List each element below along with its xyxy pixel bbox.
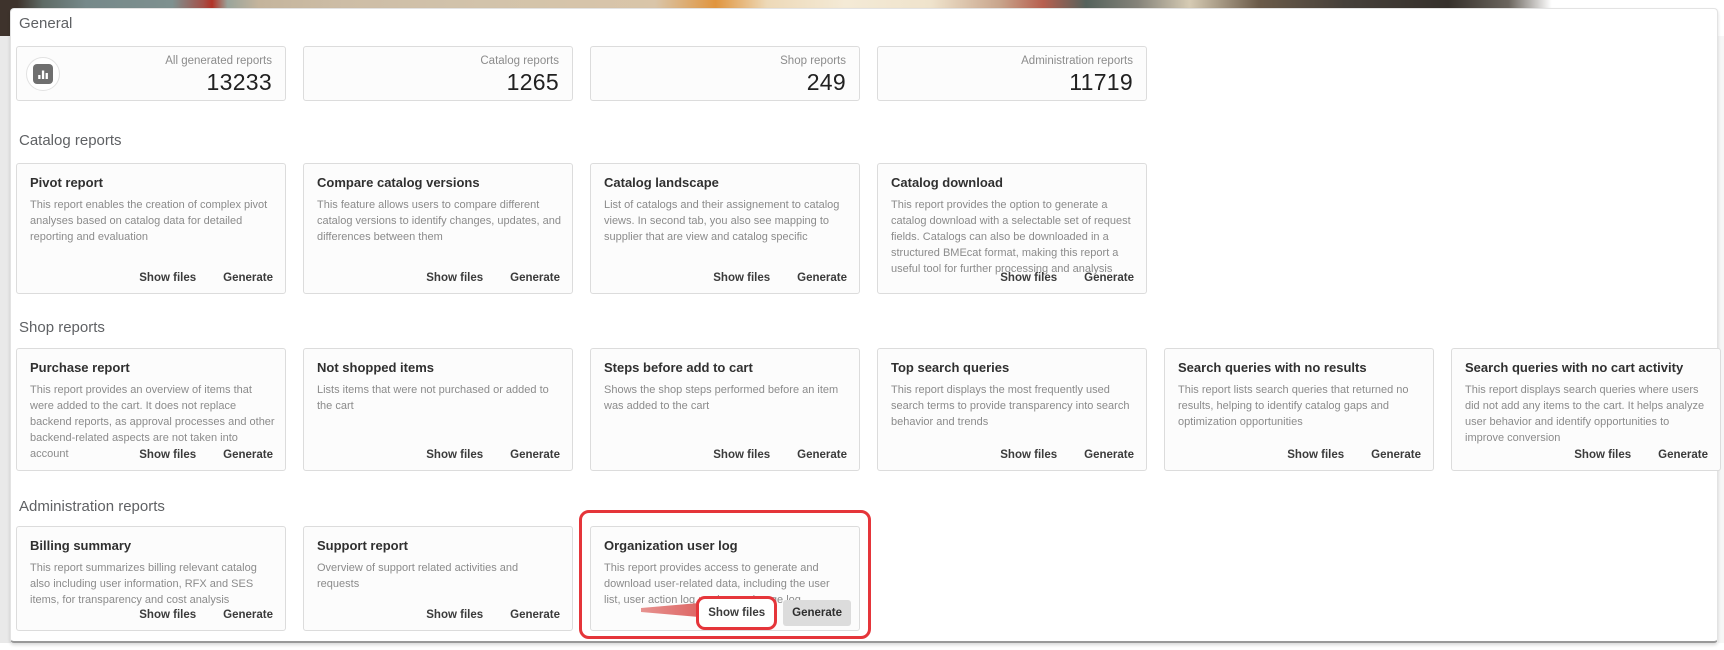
report-card-billing-summary: Billing summary This report summarizes b… (16, 526, 286, 631)
show-files-button[interactable]: Show files (1000, 449, 1057, 461)
generate-button[interactable]: Generate (510, 609, 560, 621)
report-card-steps-before-add-to-cart: Steps before add to cart Shows the shop … (590, 348, 860, 471)
report-card-compare-catalog-versions: Compare catalog versions This feature al… (303, 163, 573, 294)
show-files-button[interactable]: Show files (1000, 272, 1057, 284)
stat-value: 11719 (1069, 69, 1133, 95)
generate-button[interactable]: Generate (1084, 449, 1134, 461)
reports-panel: General All generated reports 13233 Cata… (10, 8, 1718, 643)
report-title: Billing summary (17, 527, 285, 553)
stat-card-shop-reports: Shop reports 249 (590, 46, 860, 101)
report-description: This report enables the creation of comp… (17, 190, 285, 245)
section-heading-administration-reports: Administration reports (16, 498, 1717, 515)
stat-value: 13233 (207, 69, 272, 95)
report-title: Search queries with no results (1165, 349, 1433, 375)
shop-reports-row: Purchase report This report provides an … (16, 348, 1717, 471)
stat-value: 249 (807, 69, 846, 95)
generate-button[interactable]: Generate (783, 600, 851, 626)
report-description: This report displays search queries wher… (1452, 375, 1720, 446)
report-card-catalog-landscape: Catalog landscape List of catalogs and t… (590, 163, 860, 294)
report-description: This report provides the option to gener… (878, 190, 1146, 277)
stat-card-catalog-reports: Catalog reports 1265 (303, 46, 573, 101)
report-card-purchase-report: Purchase report This report provides an … (16, 348, 286, 471)
bar-chart-icon (26, 57, 60, 91)
stat-value: 1265 (507, 69, 559, 95)
report-card-pivot-report: Pivot report This report enables the cre… (16, 163, 286, 294)
report-card-not-shopped-items: Not shopped items Lists items that were … (303, 348, 573, 471)
section-heading-catalog-reports: Catalog reports (16, 132, 1717, 149)
report-description: List of catalogs and their assignement t… (591, 190, 859, 245)
report-card-search-queries-no-results: Search queries with no results This repo… (1164, 348, 1434, 471)
report-title: Support report (304, 527, 572, 553)
stat-label: Administration reports (1021, 55, 1133, 67)
report-title: Search queries with no cart activity (1452, 349, 1720, 375)
generate-button[interactable]: Generate (797, 272, 847, 284)
generate-button[interactable]: Generate (510, 272, 560, 284)
show-files-button[interactable]: Show files (1287, 449, 1344, 461)
generate-button[interactable]: Generate (223, 449, 273, 461)
report-card-top-search-queries: Top search queries This report displays … (877, 348, 1147, 471)
section-heading-general: General (16, 15, 1717, 32)
page-background-right (1718, 36, 1724, 643)
report-title: Pivot report (17, 164, 285, 190)
catalog-reports-row: Pivot report This report enables the cre… (16, 163, 1717, 294)
stats-row: All generated reports 13233 Catalog repo… (16, 46, 1717, 101)
report-title: Catalog download (878, 164, 1146, 190)
show-files-button[interactable]: Show files (708, 607, 765, 619)
generate-button[interactable]: Generate (510, 449, 560, 461)
generate-button[interactable]: Generate (1371, 449, 1421, 461)
show-files-button[interactable]: Show files (426, 449, 483, 461)
report-title: Top search queries (878, 349, 1146, 375)
report-description: Shows the shop steps performed before an… (591, 375, 859, 414)
generate-button[interactable]: Generate (223, 609, 273, 621)
stat-label: All generated reports (165, 55, 272, 67)
show-files-button[interactable]: Show files (139, 272, 196, 284)
generate-button[interactable]: Generate (797, 449, 847, 461)
report-title: Catalog landscape (591, 164, 859, 190)
stat-card-administration-reports: Administration reports 11719 (877, 46, 1147, 101)
report-card-organization-user-log: Organization user log This report provid… (590, 526, 860, 631)
report-description: Overview of support related activities a… (304, 553, 572, 592)
stat-label: Shop reports (780, 55, 846, 67)
report-description: This report lists search queries that re… (1165, 375, 1433, 430)
annotation-highlight-box: Show files (696, 596, 777, 630)
show-files-button[interactable]: Show files (426, 272, 483, 284)
show-files-button[interactable]: Show files (713, 272, 770, 284)
generate-button[interactable]: Generate (1658, 449, 1708, 461)
administration-reports-row: Billing summary This report summarizes b… (16, 526, 1717, 631)
report-card-support-report: Support report Overview of support relat… (303, 526, 573, 631)
report-title: Organization user log (591, 527, 859, 553)
show-files-button[interactable]: Show files (1574, 449, 1631, 461)
report-description: This report displays the most frequently… (878, 375, 1146, 430)
section-heading-shop-reports: Shop reports (16, 319, 1717, 336)
show-files-button[interactable]: Show files (426, 609, 483, 621)
report-title: Not shopped items (304, 349, 572, 375)
report-title: Compare catalog versions (304, 164, 572, 190)
report-card-catalog-download: Catalog download This report provides th… (877, 163, 1147, 294)
generate-button[interactable]: Generate (223, 272, 273, 284)
report-description: This feature allows users to compare dif… (304, 190, 572, 245)
show-files-button[interactable]: Show files (139, 609, 196, 621)
show-files-button[interactable]: Show files (139, 449, 196, 461)
stat-card-all-generated-reports: All generated reports 13233 (16, 46, 286, 101)
report-title: Steps before add to cart (591, 349, 859, 375)
stat-label: Catalog reports (480, 55, 559, 67)
generate-button[interactable]: Generate (1084, 272, 1134, 284)
report-description: Lists items that were not purchased or a… (304, 375, 572, 414)
report-description: This report summarizes billing relevant … (17, 553, 285, 608)
report-card-search-queries-no-cart-activity: Search queries with no cart activity Thi… (1451, 348, 1721, 471)
show-files-button[interactable]: Show files (713, 449, 770, 461)
report-title: Purchase report (17, 349, 285, 375)
